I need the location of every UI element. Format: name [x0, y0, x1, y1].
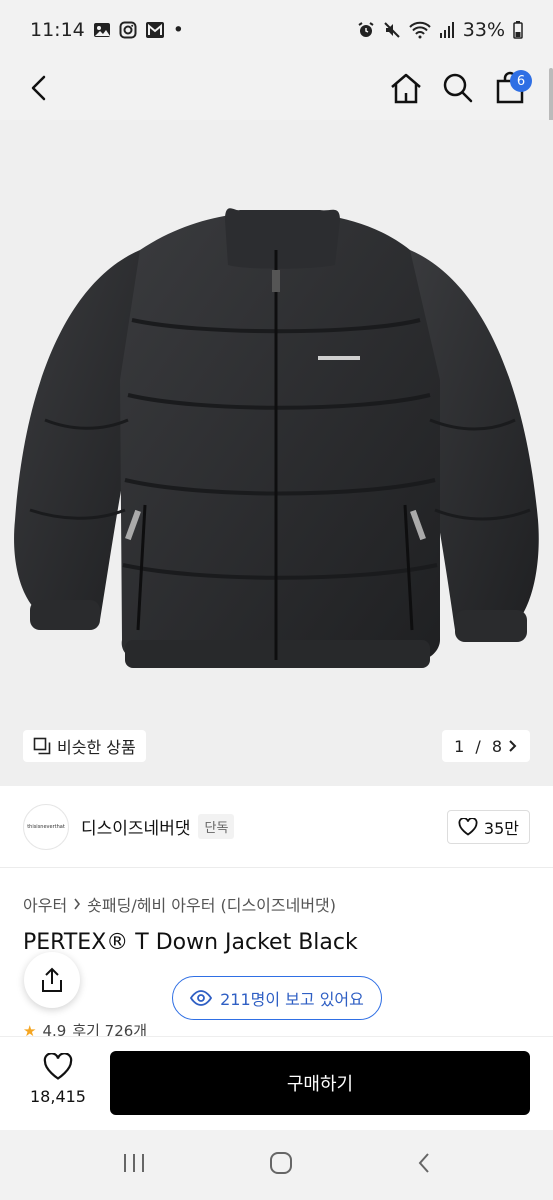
viewers-text: 211명이 보고 있어요 [220, 990, 364, 1009]
home-icon [391, 73, 421, 104]
brand-logo-text: thisisneverthat [27, 823, 65, 830]
wishlist-count: 18,415 [30, 1087, 86, 1106]
home-button[interactable] [384, 66, 428, 110]
back-icon [31, 75, 46, 101]
alarm-icon [357, 21, 375, 39]
purchase-bar: 18,415 구매하기 [0, 1036, 553, 1130]
app-header: 6 [0, 60, 553, 120]
status-dot: • [172, 19, 184, 41]
gallery-icon [93, 21, 111, 39]
status-time: 11:14 [30, 19, 85, 41]
battery-percent: 33% [462, 19, 505, 41]
wishlist-button[interactable]: 18,415 [20, 1053, 96, 1106]
gmail-icon [145, 21, 165, 39]
pager-separator: / [470, 736, 486, 756]
mute-icon [383, 21, 401, 39]
viewers-pill: 211명이 보고 있어요 [172, 976, 382, 1020]
heart-icon [43, 1053, 73, 1080]
recents-button[interactable] [121, 1152, 147, 1178]
back-button[interactable] [18, 66, 62, 110]
brand-name[interactable]: 디스이즈네버댓 [81, 814, 190, 839]
product-image-carousel[interactable]: 비슷한 상품 1 / 8 [0, 120, 553, 786]
buy-button[interactable]: 구매하기 [110, 1051, 530, 1115]
breadcrumb-item-outer[interactable]: 아우터 [23, 892, 67, 916]
cart-badge: 6 [510, 70, 532, 92]
search-icon [443, 73, 473, 103]
home-circle-icon [269, 1152, 292, 1174]
signal-icon [439, 21, 455, 39]
share-button[interactable] [24, 952, 80, 1008]
exclusive-badge: 단독 [198, 814, 235, 839]
instagram-icon [119, 21, 137, 39]
recents-icon [123, 1154, 144, 1172]
brand-like-button[interactable]: 35만 [446, 809, 530, 844]
similar-icon [33, 737, 51, 755]
cart-button[interactable]: 6 [488, 66, 532, 110]
home-nav-button[interactable] [268, 1150, 294, 1180]
jacket-image [14, 208, 539, 668]
share-icon [42, 967, 62, 992]
status-bar: 11:14 • 33% [0, 0, 553, 60]
battery-icon [513, 21, 523, 39]
brand-logo[interactable]: thisisneverthat [23, 803, 69, 850]
back-nav-button[interactable] [415, 1151, 433, 1179]
search-button[interactable] [436, 66, 480, 110]
eye-icon [190, 990, 213, 1006]
similar-products-label: 비슷한 상품 [57, 738, 136, 757]
heart-icon [458, 817, 478, 836]
scroll-indicator [549, 68, 553, 128]
wifi-icon [409, 21, 431, 39]
similar-products-button[interactable]: 비슷한 상품 [23, 730, 146, 762]
breadcrumb-item-padding[interactable]: 숏패딩/헤비 아우터 (디스이즈네버댓) [87, 892, 336, 916]
system-nav-bar [0, 1130, 553, 1200]
image-pager[interactable]: 1 / 8 [442, 730, 530, 762]
brand-row[interactable]: thisisneverthat 디스이즈네버댓 단독 35만 [0, 786, 553, 868]
pager-total: 8 [491, 736, 502, 756]
brand-like-count: 35만 [483, 818, 519, 838]
chevron-right-icon [74, 898, 81, 910]
pager-current: 1 [454, 736, 465, 756]
product-title: PERTEX® T Down Jacket Black [23, 930, 358, 955]
chevron-right-icon [509, 740, 517, 752]
breadcrumb: 아우터 숏패딩/헤비 아우터 (디스이즈네버댓) [23, 892, 336, 916]
back-nav-icon [418, 1153, 429, 1173]
